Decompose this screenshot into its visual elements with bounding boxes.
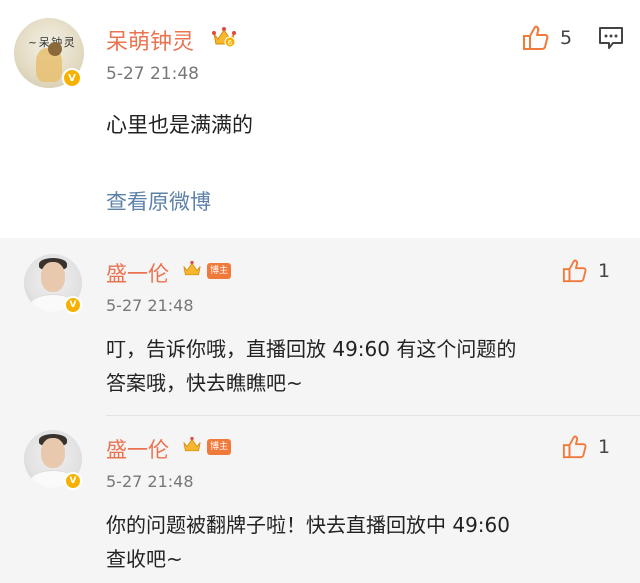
timestamp: 5-27 21:48 [106,472,194,491]
verified-v-icon: V [64,472,82,490]
like-count: 5 [560,27,573,49]
like-button[interactable]: 1 [562,434,610,460]
username[interactable]: 盛一伦 [106,434,169,464]
comment-icon[interactable] [598,26,624,50]
comment-text: 心里也是满满的 [106,113,253,137]
like-count: 1 [598,436,611,458]
thumbs-up-icon [523,25,549,50]
reply-text: 你的问题被翻牌子啦！快去直播回放中 49:60 查收吧~ [106,508,510,576]
avatar-head [41,262,65,292]
reply-text-line: 叮，告诉你哦，直播回放 49:60 有这个问题的 [106,337,517,361]
view-original-link[interactable]: 查看原微博 [106,186,211,216]
like-count: 1 [598,260,611,282]
avatar-head [41,438,65,468]
crown-icon: 6 [212,27,236,48]
like-button[interactable]: 5 [522,24,572,52]
avatar-figure-head [48,42,62,56]
reply-text: 叮，告诉你哦，直播回放 49:60 有这个问题的 答案哦，快去瞧瞧吧~ [106,332,516,400]
timestamp: 5-27 21:48 [106,296,194,315]
author-tag: 博主 [207,263,232,279]
divider [106,415,640,416]
reply-text-line: 答案哦，快去瞧瞧吧~ [106,371,303,395]
reply-text-line: 你的问题被翻牌子啦！快去直播回放中 49:60 [106,513,510,537]
main-comment: ~ 呆 钟 灵 V 呆萌钟灵 6 5-27 21:48 心里也是满满的 查看原微… [0,0,640,238]
verified-v-icon: V [64,296,82,314]
crown-icon [183,436,201,452]
verified-v-icon: V [62,68,82,88]
username[interactable]: 盛一伦 [106,258,169,288]
level-badge: 6 [228,39,233,47]
author-tag: 博主 [207,439,232,455]
timestamp: 5-27 21:48 [106,64,199,84]
like-button[interactable]: 1 [562,258,610,284]
thumbs-up-icon [562,259,587,283]
reply-list: V 盛一伦 博主 5-27 21:48 叮，告诉你哦，直播回放 49:60 有这… [0,238,640,583]
reply-text-line: 查收吧~ [106,547,183,571]
thumbs-up-icon [562,435,587,459]
username[interactable]: 呆萌钟灵 [106,24,194,56]
crown-icon [183,260,201,276]
